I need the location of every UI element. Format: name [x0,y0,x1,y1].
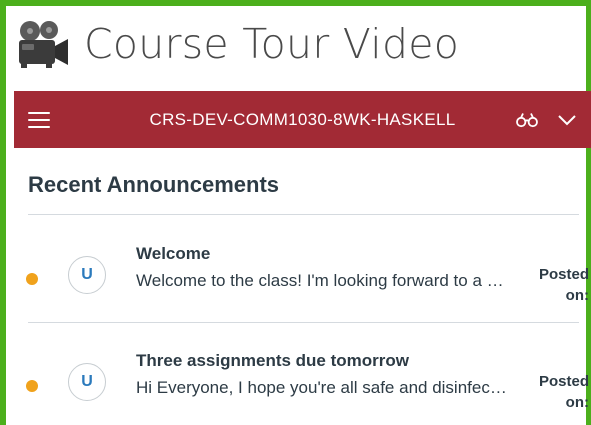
movie-camera-icon [14,15,72,73]
divider [28,322,579,323]
avatar[interactable]: U [68,363,106,401]
announcement-title[interactable]: Welcome [136,244,210,264]
divider [28,214,579,215]
page-header: Course Tour Video [6,14,576,74]
course-nav-bar: CRS-DEV-COMM1030-8WK-HASKELL [14,91,591,148]
posted-on-label: Posted on: [538,266,589,304]
avatar[interactable]: U [68,256,106,294]
announcement-title[interactable]: Three assignments due tomorrow [136,351,409,371]
hamburger-menu-icon[interactable] [28,111,50,128]
unread-indicator [26,273,38,285]
page-title: Course Tour Video [84,20,460,68]
announcement-preview: Hi Everyone, I hope you're all safe and … [136,378,511,397]
announcement-preview: Welcome to the class! I'm looking forwar… [136,271,511,290]
chevron-down-icon[interactable] [557,114,577,126]
announcement-row[interactable]: U Welcome Welcome to the class! I'm look… [14,226,589,312]
course-name[interactable]: CRS-DEV-COMM1030-8WK-HASKELL [70,110,515,130]
unread-indicator [26,380,38,392]
glasses-icon[interactable] [515,112,539,128]
recent-announcements-heading: Recent Announcements [28,172,280,197]
announcement-row[interactable]: U Three assignments due tomorrow Hi Ever… [14,333,589,419]
posted-on-label: Posted on: [538,373,589,411]
